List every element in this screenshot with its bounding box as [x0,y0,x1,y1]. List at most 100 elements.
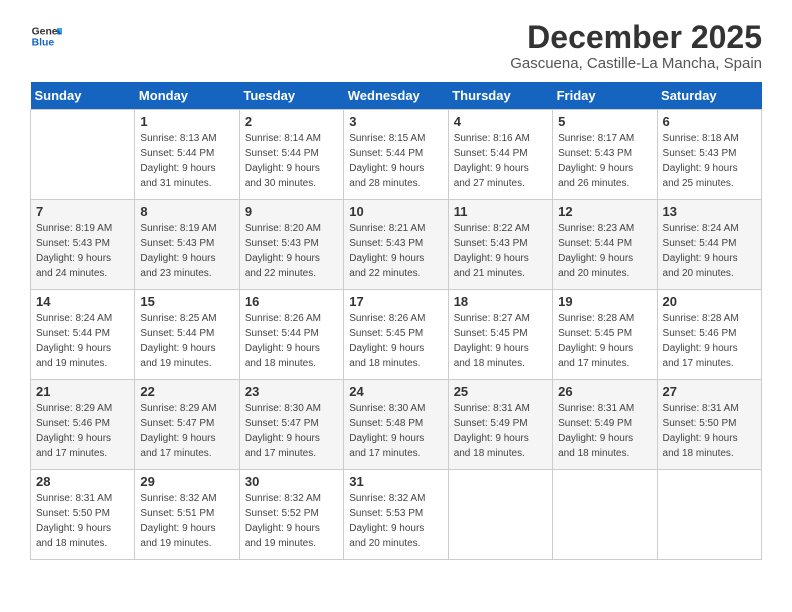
day-info: Sunrise: 8:31 AM Sunset: 5:49 PM Dayligh… [454,401,547,461]
calendar-cell: 8 Sunrise: 8:19 AM Sunset: 5:43 PM Daylig… [135,200,239,290]
day-number: 31 [349,474,442,489]
calendar-cell: 11 Sunrise: 8:22 AM Sunset: 5:43 PM Dayli… [448,200,552,290]
calendar-cell: 14 Sunrise: 8:24 AM Sunset: 5:44 PM Dayli… [31,290,135,380]
day-number: 26 [558,384,651,399]
day-number: 4 [454,114,547,129]
calendar-cell: 17 Sunrise: 8:26 AM Sunset: 5:45 PM Dayli… [344,290,448,380]
day-number: 15 [140,294,233,309]
day-info: Sunrise: 8:25 AM Sunset: 5:44 PM Dayligh… [140,311,233,371]
day-info: Sunrise: 8:24 AM Sunset: 5:44 PM Dayligh… [36,311,129,371]
week-row-2: 7Sunrise: 8:19 AM Sunset: 5:43 PM Daylig… [31,200,762,290]
day-info: Sunrise: 8:26 AM Sunset: 5:44 PM Dayligh… [245,311,338,371]
day-number: 23 [245,384,338,399]
day-info: Sunrise: 8:31 AM Sunset: 5:49 PM Dayligh… [558,401,651,461]
day-info: Sunrise: 8:20 AM Sunset: 5:43 PM Dayligh… [245,221,338,281]
header-day-wednesday: Wednesday [344,82,448,110]
day-number: 27 [663,384,756,399]
day-number: 12 [558,204,651,219]
day-number: 5 [558,114,651,129]
calendar-cell: 28 Sunrise: 8:31 AM Sunset: 5:50 PM Dayli… [31,470,135,560]
day-info: Sunrise: 8:22 AM Sunset: 5:43 PM Dayligh… [454,221,547,281]
day-number: 13 [663,204,756,219]
day-info: Sunrise: 8:14 AM Sunset: 5:44 PM Dayligh… [245,131,338,191]
week-row-4: 21Sunrise: 8:29 AM Sunset: 5:46 PM Dayli… [31,380,762,470]
day-info: Sunrise: 8:29 AM Sunset: 5:47 PM Dayligh… [140,401,233,461]
day-info: Sunrise: 8:28 AM Sunset: 5:46 PM Dayligh… [663,311,756,371]
day-number: 14 [36,294,129,309]
calendar-cell: 16 Sunrise: 8:26 AM Sunset: 5:44 PM Dayli… [239,290,343,380]
calendar-cell [553,470,657,560]
calendar-cell: 1 Sunrise: 8:13 AM Sunset: 5:44 PM Daylig… [135,110,239,200]
calendar-cell: 24 Sunrise: 8:30 AM Sunset: 5:48 PM Dayli… [344,380,448,470]
logo: General Blue [30,20,62,52]
day-number: 16 [245,294,338,309]
day-number: 10 [349,204,442,219]
day-info: Sunrise: 8:24 AM Sunset: 5:44 PM Dayligh… [663,221,756,281]
calendar-cell [657,470,761,560]
day-number: 9 [245,204,338,219]
day-number: 25 [454,384,547,399]
day-number: 8 [140,204,233,219]
day-info: Sunrise: 8:16 AM Sunset: 5:44 PM Dayligh… [454,131,547,191]
day-number: 30 [245,474,338,489]
header-row: SundayMondayTuesdayWednesdayThursdayFrid… [31,82,762,110]
calendar-cell: 15 Sunrise: 8:25 AM Sunset: 5:44 PM Dayli… [135,290,239,380]
header-day-monday: Monday [135,82,239,110]
day-info: Sunrise: 8:31 AM Sunset: 5:50 PM Dayligh… [36,491,129,551]
calendar-subtitle: Gascuena, Castille-La Mancha, Spain [510,55,762,72]
calendar-cell: 6 Sunrise: 8:18 AM Sunset: 5:43 PM Daylig… [657,110,761,200]
calendar-cell: 9 Sunrise: 8:20 AM Sunset: 5:43 PM Daylig… [239,200,343,290]
calendar-cell: 26 Sunrise: 8:31 AM Sunset: 5:49 PM Dayli… [553,380,657,470]
header-day-saturday: Saturday [657,82,761,110]
day-info: Sunrise: 8:31 AM Sunset: 5:50 PM Dayligh… [663,401,756,461]
calendar-cell: 25 Sunrise: 8:31 AM Sunset: 5:49 PM Dayli… [448,380,552,470]
day-info: Sunrise: 8:32 AM Sunset: 5:53 PM Dayligh… [349,491,442,551]
day-info: Sunrise: 8:19 AM Sunset: 5:43 PM Dayligh… [36,221,129,281]
day-info: Sunrise: 8:30 AM Sunset: 5:47 PM Dayligh… [245,401,338,461]
day-info: Sunrise: 8:29 AM Sunset: 5:46 PM Dayligh… [36,401,129,461]
day-info: Sunrise: 8:23 AM Sunset: 5:44 PM Dayligh… [558,221,651,281]
calendar-cell: 22 Sunrise: 8:29 AM Sunset: 5:47 PM Dayli… [135,380,239,470]
calendar-cell: 27 Sunrise: 8:31 AM Sunset: 5:50 PM Dayli… [657,380,761,470]
day-info: Sunrise: 8:19 AM Sunset: 5:43 PM Dayligh… [140,221,233,281]
day-info: Sunrise: 8:26 AM Sunset: 5:45 PM Dayligh… [349,311,442,371]
day-info: Sunrise: 8:15 AM Sunset: 5:44 PM Dayligh… [349,131,442,191]
day-info: Sunrise: 8:17 AM Sunset: 5:43 PM Dayligh… [558,131,651,191]
calendar-cell: 21Sunrise: 8:29 AM Sunset: 5:46 PM Dayli… [31,380,135,470]
day-number: 29 [140,474,233,489]
calendar-cell: 7Sunrise: 8:19 AM Sunset: 5:43 PM Daylig… [31,200,135,290]
day-number: 28 [36,474,129,489]
day-number: 18 [454,294,547,309]
day-info: Sunrise: 8:32 AM Sunset: 5:52 PM Dayligh… [245,491,338,551]
svg-text:Blue: Blue [32,38,55,49]
calendar-cell [31,110,135,200]
header-day-tuesday: Tuesday [239,82,343,110]
calendar-cell: 3Sunrise: 8:15 AM Sunset: 5:44 PM Daylig… [344,110,448,200]
calendar-cell: 2Sunrise: 8:14 AM Sunset: 5:44 PM Daylig… [239,110,343,200]
calendar-cell: 31 Sunrise: 8:32 AM Sunset: 5:53 PM Dayli… [344,470,448,560]
week-row-1: 1 Sunrise: 8:13 AM Sunset: 5:44 PM Daylig… [31,110,762,200]
calendar-cell: 13 Sunrise: 8:24 AM Sunset: 5:44 PM Dayli… [657,200,761,290]
day-number: 22 [140,384,233,399]
calendar-table: SundayMondayTuesdayWednesdayThursdayFrid… [30,82,762,560]
day-number: 24 [349,384,442,399]
calendar-cell: 12 Sunrise: 8:23 AM Sunset: 5:44 PM Dayli… [553,200,657,290]
logo-icon: General Blue [30,20,62,52]
day-info: Sunrise: 8:30 AM Sunset: 5:48 PM Dayligh… [349,401,442,461]
header-day-thursday: Thursday [448,82,552,110]
day-info: Sunrise: 8:13 AM Sunset: 5:44 PM Dayligh… [140,131,233,191]
day-number: 6 [663,114,756,129]
day-info: Sunrise: 8:18 AM Sunset: 5:43 PM Dayligh… [663,131,756,191]
calendar-cell: 10 Sunrise: 8:21 AM Sunset: 5:43 PM Dayli… [344,200,448,290]
calendar-cell: 29Sunrise: 8:32 AM Sunset: 5:51 PM Dayli… [135,470,239,560]
day-info: Sunrise: 8:21 AM Sunset: 5:43 PM Dayligh… [349,221,442,281]
header-day-friday: Friday [553,82,657,110]
day-number: 11 [454,204,547,219]
day-number: 17 [349,294,442,309]
week-row-3: 14 Sunrise: 8:24 AM Sunset: 5:44 PM Dayli… [31,290,762,380]
calendar-cell [448,470,552,560]
calendar-cell: 20Sunrise: 8:28 AM Sunset: 5:46 PM Dayli… [657,290,761,380]
day-number: 1 [140,114,233,129]
calendar-cell: 19Sunrise: 8:28 AM Sunset: 5:45 PM Dayli… [553,290,657,380]
title-block: December 2025 Gascuena, Castille-La Manc… [510,20,762,72]
